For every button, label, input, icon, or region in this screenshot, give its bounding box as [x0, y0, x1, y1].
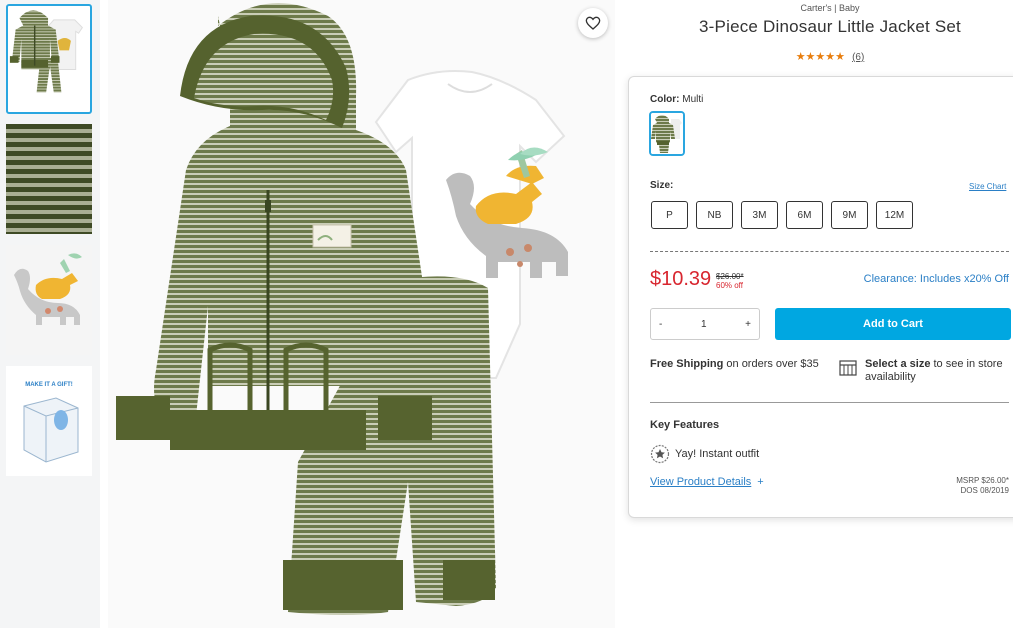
jacket-set-product-photo: [108, 0, 615, 628]
divider-dashed: [650, 251, 1009, 252]
size-option-3m[interactable]: 3M: [741, 201, 778, 229]
msrp-date: DOS 08/2019: [960, 486, 1009, 495]
thumbnail-stripe-fabric[interactable]: [6, 124, 92, 234]
gift-box-thumb-image: MAKE IT A GIFT!: [6, 366, 92, 476]
msrp-price: MSRP $26.00*: [956, 476, 1009, 485]
feature-text: Yay! Instant outfit: [675, 448, 760, 460]
view-product-details-label: View Product Details: [650, 476, 752, 488]
size-chart-link[interactable]: Size Chart: [969, 182, 1006, 191]
divider: [650, 402, 1009, 403]
main-product-image: [108, 0, 615, 628]
dinosaur-print-thumb-image: [6, 245, 92, 355]
swatch-image: [651, 113, 683, 154]
gift-box-text: MAKE IT A GIFT!: [25, 382, 73, 388]
thumbnail-jacket-set[interactable]: [6, 4, 92, 114]
discount-percent: 60% off: [716, 281, 743, 290]
heart-icon: [585, 16, 601, 30]
quantity-increase-button[interactable]: +: [745, 319, 751, 330]
size-option-9m[interactable]: 9M: [831, 201, 868, 229]
clearance-note: Clearance: Includes x20% Off: [863, 273, 1009, 285]
expand-plus-icon: +: [757, 476, 764, 488]
thumbnail-dinosaur-print[interactable]: [6, 245, 92, 355]
view-product-details-link[interactable]: View Product Details +: [650, 476, 764, 488]
shipping-info: Free Shipping on orders over $35: [650, 358, 820, 371]
wishlist-button[interactable]: [578, 8, 608, 38]
color-label: Color:: [650, 94, 680, 105]
purchase-panel: Color: Multi Size: Size Chart P NB 3M 6M…: [628, 76, 1013, 518]
size-label: Size:: [650, 180, 674, 191]
thumbnail-rail: MAKE IT A GIFT!: [0, 0, 100, 628]
shipping-threshold: on orders over $35: [723, 358, 819, 370]
rating[interactable]: ★★★★★ (6): [630, 50, 1013, 63]
store-icon: [839, 360, 857, 376]
select-size-label: Select a size: [865, 358, 931, 370]
quantity-decrease-button[interactable]: -: [659, 319, 662, 330]
review-count-link[interactable]: (6): [852, 52, 864, 63]
key-features-title: Key Features: [650, 419, 720, 431]
original-price-block: $26.00* 60% off: [716, 272, 744, 290]
color-value: Multi: [682, 94, 704, 105]
product-title: 3-Piece Dinosaur Little Jacket Set: [699, 17, 961, 36]
color-row: Color: Multi: [650, 94, 703, 105]
quantity-value[interactable]: 1: [701, 319, 707, 330]
add-to-cart-button[interactable]: Add to Cart: [775, 308, 1011, 340]
msrp-info: MSRP $26.00* DOS 08/2019: [956, 476, 1009, 496]
size-option-12m[interactable]: 12M: [876, 201, 913, 229]
size-options: P NB 3M 6M 9M 12M: [651, 201, 913, 229]
store-availability-text: Select a size to see in store availabili…: [865, 358, 1013, 384]
brand-label[interactable]: Carter's | Baby: [630, 3, 1013, 13]
size-option-p[interactable]: P: [651, 201, 688, 229]
original-price: $26.00*: [716, 272, 744, 281]
jacket-set-thumb-image: [8, 6, 90, 112]
stripe-fabric-thumb-image: [6, 124, 92, 234]
rating-stars-icon: ★★★★★: [795, 51, 845, 63]
thumbnail-gift-box[interactable]: MAKE IT A GIFT!: [6, 366, 92, 476]
star-badge-icon: [650, 444, 670, 464]
feature-item: Yay! Instant outfit: [650, 444, 759, 464]
size-option-6m[interactable]: 6M: [786, 201, 823, 229]
quantity-stepper: - 1 +: [650, 308, 760, 340]
sale-price: $10.39: [650, 268, 712, 290]
free-shipping-label: Free Shipping: [650, 358, 724, 370]
color-swatch-multi[interactable]: [649, 111, 685, 156]
size-option-nb[interactable]: NB: [696, 201, 733, 229]
